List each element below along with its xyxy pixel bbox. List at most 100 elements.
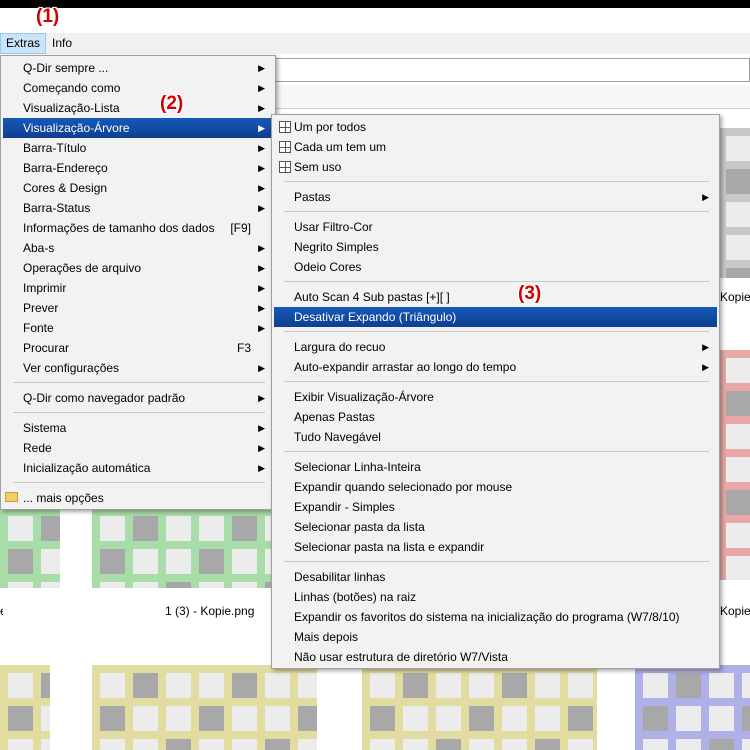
menu-item-system[interactable]: Sistema ▶: [3, 418, 273, 438]
thumbnail-cell: [726, 136, 750, 161]
menu-item-start-as[interactable]: Começando como ▶: [3, 78, 273, 98]
submenu-item-indent-width[interactable]: Largura do recuo ▶: [274, 337, 717, 357]
submenu-item-expand-on-mouse-select[interactable]: Expandir quando selecionado por mouse: [274, 477, 717, 497]
callout-2: (2): [160, 93, 184, 114]
file-caption[interactable]: Kopie: [720, 604, 750, 618]
submenu-item-lines-at-root[interactable]: Linhas (botões) na raiz: [274, 587, 717, 607]
tree-option-icon: [279, 121, 291, 133]
menu-item-autostart[interactable]: Inicialização automática ▶: [3, 458, 273, 478]
menu-item-list-view[interactable]: Visualização-Lista ▶: [3, 98, 273, 118]
callout-3: (3): [518, 283, 542, 304]
thumbnail-cell: [535, 739, 560, 750]
thumbnail-cell: [232, 516, 257, 541]
submenu-item-simple-bold[interactable]: Negrito Simples: [274, 237, 717, 257]
thumbnail-cell: [265, 739, 290, 750]
menu-item-address-bar[interactable]: Barra-Endereço ▶: [3, 158, 273, 178]
submenu-item-select-folder-from-list[interactable]: Selecionar pasta da lista: [274, 517, 717, 537]
menu-item-network[interactable]: Rede ▶: [3, 438, 273, 458]
thumbnail-cell: [535, 673, 560, 698]
thumbnail-cell: [232, 549, 257, 574]
thumbnail-cell: [166, 582, 191, 588]
thumbnail-cell: [8, 549, 33, 574]
thumbnail-cell: [370, 673, 395, 698]
submenu-item-all-browsable[interactable]: Tudo Navegável: [274, 427, 717, 447]
image-thumbnail[interactable]: [362, 665, 597, 750]
image-thumbnail[interactable]: [0, 508, 60, 588]
thumbnail-cell: [469, 673, 494, 698]
thumbnail-cell: [403, 739, 428, 750]
submenu-item-disable-expando[interactable]: Desativar Expando (Triângulo): [274, 307, 717, 327]
thumbnail-cell: [298, 739, 317, 750]
submenu-item-folders[interactable]: Pastas ▶: [274, 187, 717, 207]
submenu-item-expand-system-favorites[interactable]: Expandir os favoritos do sistema na inic…: [274, 607, 717, 627]
thumbnail-cell: [676, 739, 701, 750]
image-thumbnail[interactable]: [0, 665, 50, 750]
image-thumbnail[interactable]: [635, 665, 750, 750]
menu-item-default-browser[interactable]: Q-Dir como navegador padrão ▶: [3, 388, 273, 408]
thumbnail-cell: [41, 673, 50, 698]
thumbnail-cell: [8, 706, 33, 731]
submenu-item-hate-colors[interactable]: Odeio Cores: [274, 257, 717, 277]
menu-item-qdir-always[interactable]: Q-Dir sempre ... ▶: [3, 58, 273, 78]
menu-item-tree-view[interactable]: Visualização-Árvore ▶: [3, 118, 273, 138]
tree-view-submenu: Um por todos Cada um tem um Sem uso Past…: [271, 114, 720, 669]
thumbnail-cell: [232, 739, 257, 750]
submenu-item-select-folder-and-expand[interactable]: Selecionar pasta na lista e expandir: [274, 537, 717, 557]
thumbnail-cell: [166, 706, 191, 731]
submenu-item-more-later[interactable]: Mais depois: [274, 627, 717, 647]
thumbnail-cell: [742, 673, 750, 698]
menu-separator: [284, 381, 709, 382]
submenu-item-no-w7-vista-structure[interactable]: Não usar estrutura de diretório W7/Vista: [274, 647, 717, 667]
thumbnail-cell: [726, 235, 750, 260]
menu-separator: [284, 181, 709, 182]
file-caption[interactable]: Kopie: [720, 290, 750, 304]
submenu-item-full-row-select[interactable]: Selecionar Linha-Inteira: [274, 457, 717, 477]
menu-item-title-bar[interactable]: Barra-Título ▶: [3, 138, 273, 158]
menu-item-data-size-info[interactable]: Informações de tamanho dos dados [F9]: [3, 218, 273, 238]
thumbnail-cell: [41, 739, 50, 750]
menu-separator: [284, 561, 709, 562]
menu-item-file-operations[interactable]: Operações de arquivo ▶: [3, 258, 273, 278]
thumbnail-cell: [643, 739, 668, 750]
submenu-item-show-tree[interactable]: Exibir Visualização-Árvore: [274, 387, 717, 407]
menu-item-print[interactable]: Imprimir ▶: [3, 278, 273, 298]
thumbnail-cell: [133, 706, 158, 731]
menu-item-colors-design[interactable]: Cores & Design ▶: [3, 178, 273, 198]
thumbnail-cell: [403, 673, 428, 698]
submenu-item-each-has-one[interactable]: Cada um tem um: [274, 137, 717, 157]
thumbnail-cell: [41, 706, 50, 731]
menu-item-more-options[interactable]: ... mais opções: [3, 488, 273, 508]
image-thumbnail[interactable]: [718, 128, 750, 278]
menu-item-font[interactable]: Fonte ▶: [3, 318, 273, 338]
menu-extras[interactable]: Extras: [0, 33, 47, 54]
thumbnail-cell: [370, 706, 395, 731]
menu-item-tabs[interactable]: Aba-s ▶: [3, 238, 273, 258]
submenu-item-one-for-all[interactable]: Um por todos: [274, 117, 717, 137]
submenu-item-folders-only[interactable]: Apenas Pastas: [274, 407, 717, 427]
submenu-item-auto-expand-drag[interactable]: Auto-expandir arrastar ao longo do tempo…: [274, 357, 717, 377]
menu-item-search[interactable]: Procurar F3: [3, 338, 273, 358]
image-thumbnail[interactable]: [92, 665, 317, 750]
thumbnail-cell: [8, 739, 33, 750]
image-thumbnail[interactable]: [92, 508, 272, 588]
submenu-item-expand-simple[interactable]: Expandir - Simples: [274, 497, 717, 517]
thumbnail-cell: [41, 582, 60, 588]
thumbnail-cell: [232, 706, 257, 731]
thumbnail-cell: [166, 739, 191, 750]
thumbnail-cell: [199, 549, 224, 574]
thumbnail-cell: [726, 424, 750, 449]
submenu-item-auto-scan[interactable]: Auto Scan 4 Sub pastas [+][ ]: [274, 287, 717, 307]
submenu-item-no-use[interactable]: Sem uso: [274, 157, 717, 177]
thumbnail-cell: [100, 739, 125, 750]
address-bar[interactable]: [275, 58, 750, 82]
menu-separator: [284, 281, 709, 282]
image-thumbnail[interactable]: [718, 350, 750, 580]
menu-item-view-settings[interactable]: Ver configurações ▶: [3, 358, 273, 378]
menu-item-preview[interactable]: Prever ▶: [3, 298, 273, 318]
menu-info[interactable]: Info: [47, 33, 77, 54]
submenu-item-color-filter[interactable]: Usar Filtro-Cor: [274, 217, 717, 237]
thumbnail-cell: [100, 549, 125, 574]
file-caption[interactable]: 1 (3) - Kopie.png: [165, 604, 254, 618]
submenu-item-disable-lines[interactable]: Desabilitar linhas: [274, 567, 717, 587]
menu-item-status-bar[interactable]: Barra-Status ▶: [3, 198, 273, 218]
